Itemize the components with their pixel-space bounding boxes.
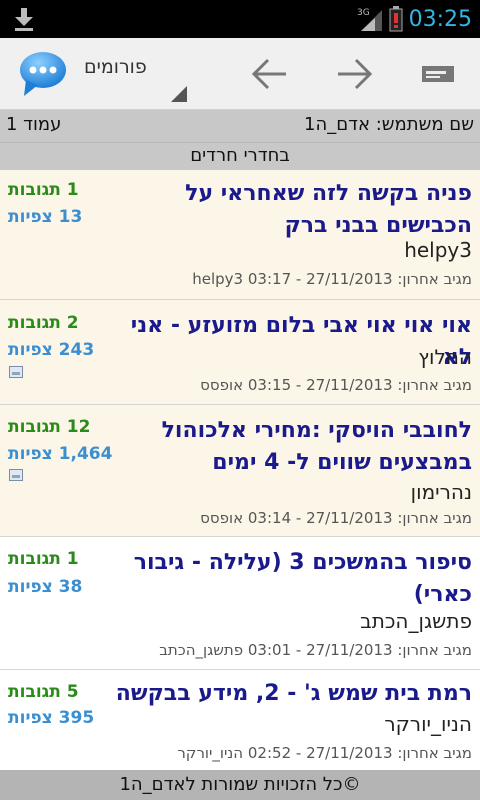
username-label: שם משתמש: אדם_ה1 — [303, 114, 474, 135]
status-icons: 3G 03:25 — [357, 0, 472, 38]
download-icon — [15, 8, 33, 31]
topic-views: 38 צפיות — [8, 577, 83, 597]
topic-views: 395 צפיות — [8, 708, 95, 728]
topic-last-post: מגיב אחרון: 27/11/2013 - 03:01 פתשגן_הכת… — [159, 641, 472, 659]
page-indicator: עמוד 1 — [6, 114, 62, 135]
topic-title[interactable]: רמת בית שמש ג' - 2, מידע בבקשה — [112, 678, 472, 710]
dropdown-caret-icon[interactable] — [171, 86, 187, 102]
topic-last-post: מגיב אחרון: 27/11/2013 - 02:52 הניו_יורק… — [177, 744, 472, 762]
topic-title[interactable]: פניה בקשה לזה שאחראי על הכבישים בבני ברק — [112, 178, 472, 242]
topic-views: 13 צפיות — [8, 207, 83, 227]
user-bar: שם משתמש: אדם_ה1 עמוד 1 — [0, 110, 480, 142]
topic-last-post: מגיב אחרון: 27/11/2013 - 03:15 אופסס — [200, 376, 472, 394]
battery-alert-icon — [389, 6, 403, 32]
status-bar: 3G 03:25 — [0, 0, 480, 38]
topic-row[interactable]: סיפור בהמשכים 3 (עלילה - גיבור כארי) פתש… — [0, 537, 480, 670]
chat-bubble-icon[interactable] — [18, 50, 68, 98]
topic-replies: 12 תגובות — [8, 417, 91, 437]
image-attachment-icon — [9, 366, 23, 378]
forums-dropdown-label[interactable]: פורומים — [84, 56, 147, 78]
clock: 03:25 — [408, 6, 472, 32]
topic-views: 1,464 צפיות — [8, 444, 113, 464]
topic-views: 243 צפיות — [8, 340, 95, 360]
network-type-label: 3G — [357, 8, 370, 18]
image-attachment-icon — [9, 469, 23, 481]
topic-author: פתשגן_הכתב — [360, 609, 472, 633]
topic-title[interactable]: לחובבי הויסקי :מחירי אלכוהול במבצעים שוו… — [112, 415, 472, 479]
forum-header: בחדרי חרדים — [0, 142, 480, 170]
topic-replies: 1 תגובות — [8, 180, 79, 200]
copyright-text: ©כל הזכויות שמורות לאדם_ה1 — [119, 774, 361, 795]
menu-icon[interactable] — [420, 60, 456, 88]
topic-row[interactable]: רמת בית שמש ג' - 2, מידע בבקשה הניו_יורק… — [0, 670, 480, 770]
footer: ©כל הזכויות שמורות לאדם_ה1 — [0, 770, 480, 800]
topic-row[interactable]: פניה בקשה לזה שאחראי על הכבישים בבני ברק… — [0, 170, 480, 300]
topic-last-post: מגיב אחרון: 27/11/2013 - 03:14 אופסס — [200, 509, 472, 527]
topic-author: הניו_יורקר — [384, 712, 472, 736]
forward-arrow-icon[interactable] — [334, 56, 374, 92]
topic-replies: 1 תגובות — [8, 549, 79, 569]
back-arrow-icon[interactable] — [250, 56, 290, 92]
topic-row[interactable]: אוי אוי אוי אבי בלום מזועזע - אני לא החל… — [0, 300, 480, 405]
topic-title[interactable]: סיפור בהמשכים 3 (עלילה - גיבור כארי) — [112, 547, 472, 611]
forum-name: בחדרי חרדים — [190, 145, 290, 166]
topic-replies: 2 תגובות — [8, 313, 79, 333]
topic-replies: 5 תגובות — [8, 682, 79, 702]
action-bar: פורומים — [0, 38, 480, 110]
topic-author: החלוץ — [418, 345, 472, 369]
signal-icon: 3G — [357, 8, 382, 31]
topic-author: helpy3 — [404, 238, 472, 262]
topic-row[interactable]: לחובבי הויסקי :מחירי אלכוהול במבצעים שוו… — [0, 405, 480, 537]
topic-author: נהרימון — [410, 480, 472, 504]
topic-last-post: מגיב אחרון: 27/11/2013 - 03:17 helpy3 — [192, 270, 472, 288]
